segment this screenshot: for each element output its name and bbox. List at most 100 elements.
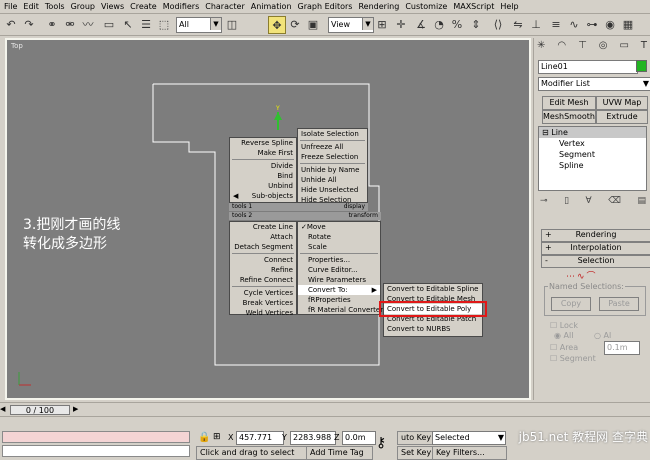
rect-selection-icon[interactable]: ⬚ — [156, 16, 172, 32]
quad-item-weld-vertices[interactable]: Weld Vertices — [230, 308, 296, 318]
quad-item-properties[interactable]: Properties... — [298, 255, 380, 265]
quad-item-freeze-selection[interactable]: Freeze Selection — [298, 152, 367, 162]
edit-mesh-button[interactable]: Edit Mesh — [542, 96, 596, 110]
select-cursor-icon[interactable]: ↖ — [120, 16, 136, 32]
rollout-interpolation[interactable]: + Interpolation — [541, 242, 650, 255]
spinner-snap-icon[interactable]: ⇕ — [468, 16, 484, 32]
absolute-mode-icon[interactable]: ⊞ — [213, 432, 225, 444]
make-unique-icon[interactable]: ∀ — [586, 196, 592, 208]
quad-item-attach[interactable]: Attach — [230, 232, 296, 242]
remove-modifier-icon[interactable]: ⌫ — [608, 196, 621, 208]
quad-item-rotate[interactable]: Rotate — [298, 232, 380, 242]
quad-item-fr-properties[interactable]: fRProperties — [298, 295, 380, 305]
stack-item-spline[interactable]: Spline — [539, 160, 646, 171]
quad-item-refine[interactable]: Refine — [230, 265, 296, 275]
quad-item-refine-connect[interactable]: Refine Connect — [230, 275, 296, 285]
selection-filter-dropdown[interactable]: All ▼ — [176, 17, 222, 33]
quad-item-unfreeze-all[interactable]: Unfreeze All — [298, 142, 367, 152]
quad-item-unhide-all[interactable]: Unhide All — [298, 175, 367, 185]
menu-graph-editors[interactable]: Graph Editors — [298, 2, 353, 11]
quad-item-break-vertices[interactable]: Break Vertices — [230, 298, 296, 308]
link-icon[interactable]: ⚭ — [44, 16, 60, 32]
modify-tab-icon[interactable]: ◠ — [557, 40, 566, 56]
menu-convert-nurbs[interactable]: Convert to NURBS — [384, 324, 482, 334]
select-and-move-icon[interactable]: ✥ — [268, 16, 286, 34]
quad-item-wire-parameters[interactable]: Wire Parameters — [298, 275, 380, 285]
menu-views[interactable]: Views — [101, 2, 124, 11]
hierarchy-tab-icon[interactable]: ⊤ — [578, 40, 587, 56]
key-filters-button[interactable]: Key Filters... — [432, 446, 507, 460]
all-handles-radio[interactable]: ◉ All — [554, 331, 573, 340]
quad-item-convert-to[interactable]: Convert To: ▶ — [298, 285, 380, 295]
meshsmooth-button[interactable]: MeshSmooth — [542, 110, 596, 124]
maxscript-output[interactable] — [2, 445, 190, 457]
motion-tab-icon[interactable]: ◎ — [599, 40, 608, 56]
lock-selection-icon[interactable]: 🔒 — [198, 432, 210, 444]
z-coord-field[interactable]: 0.0m — [342, 431, 376, 445]
layer-manager-icon[interactable]: ≡ — [548, 16, 564, 32]
menu-customize[interactable]: Customize — [405, 2, 447, 11]
quad-item-create-line[interactable]: Create Line — [230, 222, 296, 232]
undo-icon[interactable]: ↶ — [3, 16, 19, 32]
paste-button[interactable]: Paste — [599, 297, 639, 311]
quad-item-bind[interactable]: Bind — [230, 171, 296, 181]
menu-modifiers[interactable]: Modifiers — [163, 2, 200, 11]
object-name-field[interactable]: Line01 — [538, 60, 638, 74]
quad-item-unbind[interactable]: Unbind — [230, 181, 296, 191]
add-time-tag-button[interactable]: Add Time Tag — [306, 446, 373, 460]
material-editor-icon[interactable]: ◉ — [602, 16, 618, 32]
show-end-result-icon[interactable]: ▯ — [564, 196, 569, 208]
rollout-rendering[interactable]: + Rendering — [541, 229, 650, 242]
unlink-icon[interactable]: ⚮ — [62, 16, 78, 32]
y-coord-field[interactable]: 2283.988 — [290, 431, 336, 445]
chevron-right-icon[interactable]: ▶ — [73, 404, 81, 415]
lock-handles-checkbox[interactable]: ☐ Lock — [550, 321, 578, 330]
extrude-button[interactable]: Extrude — [596, 110, 648, 124]
bind-spacewarp-icon[interactable]: 〰 — [80, 16, 96, 32]
menu-file[interactable]: File — [4, 2, 17, 11]
quad-item-reverse-spline[interactable]: Reverse Spline — [230, 138, 296, 148]
quad-item-fr-material-converter[interactable]: fR Material Converter — [298, 305, 383, 315]
named-selection-icon[interactable]: ⟨⟩ — [490, 16, 506, 32]
quad-item-sub-objects[interactable]: ◀ Sub-objects — [230, 191, 296, 201]
quad-item-unhide-by-name[interactable]: Unhide by Name — [298, 165, 367, 175]
redo-icon[interactable]: ↷ — [21, 16, 37, 32]
align-icon[interactable]: ⊥ — [528, 16, 544, 32]
quad-item-scale[interactable]: Scale — [298, 242, 380, 252]
key-mode-dropdown[interactable]: Selected ▼ — [432, 431, 506, 445]
stack-item-segment[interactable]: Segment — [539, 149, 646, 160]
key-icon[interactable]: ⚷ — [376, 435, 394, 451]
set-key-button[interactable]: Set Key — [397, 446, 436, 460]
quad-item-cycle-vertices[interactable]: Cycle Vertices — [230, 288, 296, 298]
menu-character[interactable]: Character — [205, 2, 245, 11]
menu-help[interactable]: Help — [500, 2, 518, 11]
chevron-left-icon[interactable]: ◀ — [0, 404, 8, 415]
quad-item-hide-unselected[interactable]: Hide Unselected — [298, 185, 367, 195]
menu-convert-editable-spline[interactable]: Convert to Editable Spline — [384, 284, 482, 294]
quad-item-curve-editor[interactable]: Curve Editor... — [298, 265, 380, 275]
select-and-scale-icon[interactable]: ▣ — [305, 16, 321, 32]
select-and-rotate-icon[interactable]: ⟳ — [287, 16, 303, 32]
reference-coord-dropdown[interactable]: View ▼ — [328, 17, 374, 33]
x-coord-field[interactable]: 457.771 — [236, 431, 284, 445]
modifier-list-dropdown[interactable]: Modifier List ▼ — [538, 77, 650, 91]
menu-rendering[interactable]: Rendering — [358, 2, 399, 11]
segment-end-checkbox[interactable]: ☐ Segment — [550, 354, 596, 363]
menu-animation[interactable]: Animation — [251, 2, 292, 11]
select-object-icon[interactable]: ▭ — [101, 16, 117, 32]
curve-editor-icon[interactable]: ∿ — [566, 16, 582, 32]
menu-group[interactable]: Group — [71, 2, 95, 11]
quad-item-move[interactable]: ✓Move — [298, 222, 380, 232]
area-value-field[interactable]: 0.1m — [604, 341, 640, 355]
utilities-tab-icon[interactable]: T — [641, 40, 647, 56]
stack-item-line[interactable]: ⊟ Line — [539, 127, 646, 138]
select-by-name-icon[interactable]: ☰ — [138, 16, 154, 32]
quad-item-make-first[interactable]: Make First — [230, 148, 296, 158]
rollout-selection[interactable]: - Selection — [541, 255, 650, 268]
time-slider[interactable]: 0 / 100 ◀ ▶ — [0, 402, 650, 416]
viewport-top[interactable]: Top Y 3.把刚才画的线 转化成多边形 Reverse Spline Mak… — [5, 38, 531, 400]
quad-item-isolate-selection[interactable]: Isolate Selection — [298, 129, 367, 139]
copy-button[interactable]: Copy — [551, 297, 591, 311]
object-color-swatch[interactable] — [636, 60, 647, 72]
percent-snap-icon[interactable]: % — [449, 16, 465, 32]
